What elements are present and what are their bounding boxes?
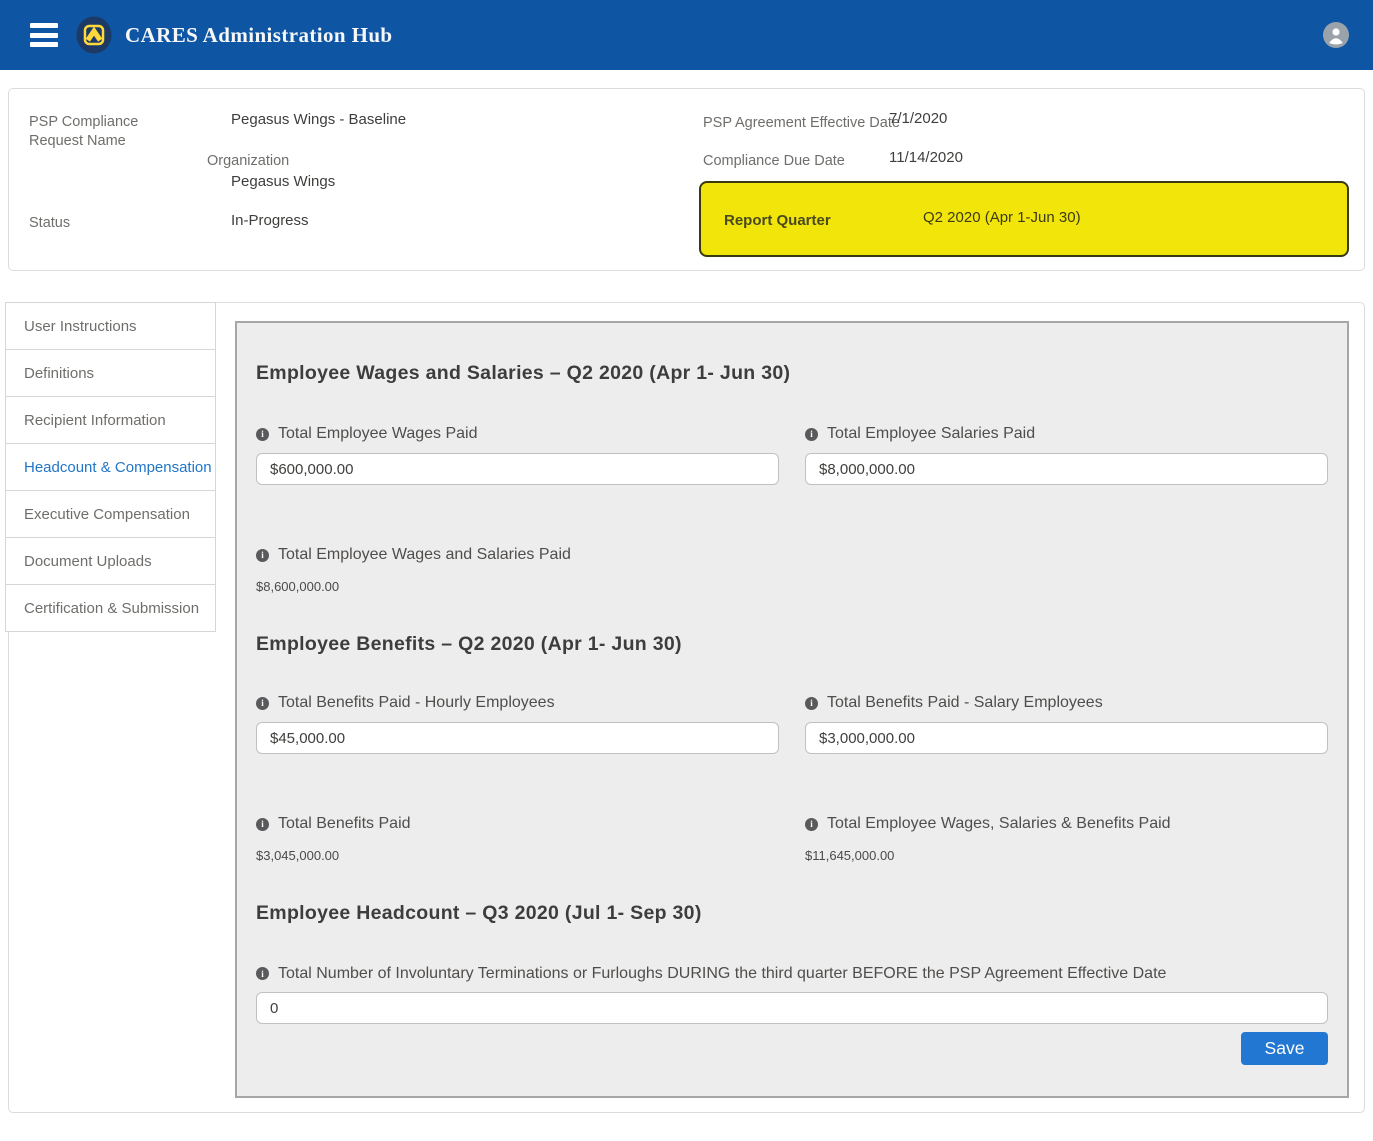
tab-user-instructions[interactable]: User Instructions [5, 302, 216, 350]
organization-label: Organization [207, 152, 289, 171]
section-tabs: User Instructions Definitions Recipient … [5, 303, 216, 632]
grand-total-field: i Total Employee Wages, Salaries & Benef… [805, 813, 1328, 863]
benefits-total-label: Total Benefits Paid [278, 813, 411, 835]
wages-salaries-total-field: i Total Employee Wages and Salaries Paid… [256, 544, 1328, 594]
content-card: User Instructions Definitions Recipient … [8, 302, 1365, 1113]
info-icon[interactable]: i [805, 428, 818, 441]
app-logo-icon [75, 16, 113, 54]
benefits-hourly-field: i Total Benefits Paid - Hourly Employees [256, 692, 779, 754]
due-date-label: Compliance Due Date [703, 152, 845, 171]
grand-total-value: $11,645,000.00 [805, 848, 1328, 863]
headcount-compensation-panel: Employee Wages and Salaries – Q2 2020 (A… [235, 321, 1349, 1098]
grand-total-label: Total Employee Wages, Salaries & Benefit… [827, 813, 1171, 835]
wages-salaries-total-value: $8,600,000.00 [256, 579, 1328, 594]
status-value: In-Progress [231, 212, 309, 229]
info-icon[interactable]: i [805, 697, 818, 710]
info-icon[interactable]: i [256, 697, 269, 710]
report-quarter-highlight: Report Quarter Q2 2020 (Apr 1-Jun 30) [699, 181, 1349, 257]
benefits-salary-field: i Total Benefits Paid - Salary Employees [805, 692, 1328, 754]
headcount-section-heading: Employee Headcount – Q3 2020 (Jul 1- Sep… [256, 902, 1328, 925]
benefits-total-field: i Total Benefits Paid $3,045,000.00 [256, 813, 779, 863]
wages-section-heading: Employee Wages and Salaries – Q2 2020 (A… [256, 362, 1328, 385]
tab-document-uploads[interactable]: Document Uploads [5, 537, 216, 585]
tab-definitions[interactable]: Definitions [5, 349, 216, 397]
status-label: Status [29, 214, 70, 233]
due-date-value: 11/14/2020 [889, 149, 963, 166]
terminations-label: Total Number of Involuntary Terminations… [278, 960, 1166, 988]
benefits-section-heading: Employee Benefits – Q2 2020 (Apr 1- Jun … [256, 633, 1328, 656]
salaries-paid-label: Total Employee Salaries Paid [827, 423, 1035, 445]
tab-executive-compensation[interactable]: Executive Compensation [5, 490, 216, 538]
terminations-field: i Total Number of Involuntary Terminatio… [256, 960, 1328, 1024]
benefits-total-value: $3,045,000.00 [256, 848, 779, 863]
wages-paid-field: i Total Employee Wages Paid [256, 423, 779, 485]
salaries-paid-field: i Total Employee Salaries Paid [805, 423, 1328, 485]
request-name-label: PSP Compliance Request Name [29, 113, 194, 151]
tab-recipient-information[interactable]: Recipient Information [5, 396, 216, 444]
report-quarter-value: Q2 2020 (Apr 1-Jun 30) [923, 209, 1081, 226]
wages-paid-input[interactable] [256, 453, 779, 485]
benefits-hourly-label: Total Benefits Paid - Hourly Employees [278, 692, 555, 714]
app-header: CARES Administration Hub [0, 0, 1373, 70]
effective-date-value: 7/1/2020 [889, 110, 947, 127]
tab-headcount-compensation[interactable]: Headcount & Compensation [5, 443, 216, 491]
info-icon[interactable]: i [256, 549, 269, 562]
benefits-salary-label: Total Benefits Paid - Salary Employees [827, 692, 1103, 714]
info-icon[interactable]: i [256, 428, 269, 441]
compliance-request-info-card: PSP Compliance Request Name Pegasus Wing… [8, 88, 1365, 271]
terminations-input[interactable] [256, 992, 1328, 1024]
wages-paid-label: Total Employee Wages Paid [278, 423, 478, 445]
benefits-salary-input[interactable] [805, 722, 1328, 754]
benefits-hourly-input[interactable] [256, 722, 779, 754]
report-quarter-label: Report Quarter [724, 212, 831, 229]
salaries-paid-input[interactable] [805, 453, 1328, 485]
save-button[interactable]: Save [1241, 1032, 1328, 1065]
info-icon[interactable]: i [805, 818, 818, 831]
request-name-value: Pegasus Wings - Baseline [231, 111, 406, 128]
app-title: CARES Administration Hub [125, 23, 393, 48]
wages-salaries-total-label: Total Employee Wages and Salaries Paid [278, 544, 571, 566]
user-avatar-icon[interactable] [1323, 22, 1349, 48]
organization-value: Pegasus Wings [231, 173, 335, 190]
menu-icon[interactable] [30, 23, 58, 47]
info-icon[interactable]: i [256, 967, 269, 980]
effective-date-label: PSP Agreement Effective Date [703, 114, 900, 133]
tab-certification-submission[interactable]: Certification & Submission [5, 584, 216, 632]
info-icon[interactable]: i [256, 818, 269, 831]
